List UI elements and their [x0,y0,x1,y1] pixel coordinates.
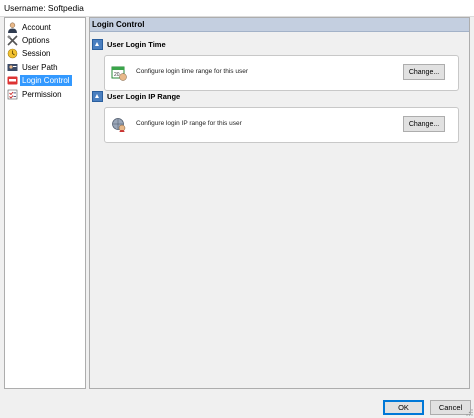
ok-button[interactable]: OK [383,400,424,415]
collapse-icon[interactable] [92,90,103,102]
collapse-icon[interactable] [92,38,103,50]
sidebar-item-user-path[interactable]: User Path [7,61,61,73]
login-time-box: 20 Configure login time range for this u… [104,55,459,91]
section-title-label: User Login IP Range [107,91,181,101]
dialog-footer: OK Cancel [0,398,474,417]
sidebar-item-permission[interactable]: Permission [7,88,65,100]
section-title-label: User Login Time [107,39,166,49]
sidebar-item-session[interactable]: Session [7,47,53,59]
change-login-time-button[interactable]: Change... [403,64,445,80]
user-path-icon [7,62,18,73]
login-control-icon [7,75,18,86]
resize-grip-icon[interactable] [465,408,473,416]
sidebar-item-label: Login Control [20,74,72,86]
sidebar-item-label: Options [22,35,50,45]
sidebar-item-label: User Path [22,62,58,72]
section-title-ip-range: User Login IP Range [92,90,180,102]
sidebar-item-options[interactable]: Options [7,34,53,46]
sidebar-item-account[interactable]: Account [7,21,54,33]
sidebar-item-label: Session [22,48,51,58]
change-ip-range-button[interactable]: Change... [403,116,445,132]
login-time-description: Configure login time range for this user [136,68,249,75]
ip-range-description: Configure login IP range for this user [136,120,242,127]
sidebar-item-label: Account [22,22,51,32]
section-title-login-time: User Login Time [92,38,166,50]
ip-range-box: Configure login IP range for this user C… [104,107,459,143]
ip-range-icon [111,117,127,133]
login-control-panel: Login Control User Login Time 20 Configu… [89,17,470,389]
session-icon [7,48,18,59]
sidebar-item-login-control[interactable]: Login Control [7,74,75,86]
user-account-icon [7,22,18,33]
panel-header: Login Control [90,18,469,32]
tools-icon [7,34,18,46]
svg-text:20: 20 [114,72,120,78]
sidebar: Account Options Session User Path Login … [4,17,86,389]
permission-icon [7,89,18,100]
sidebar-item-label: Permission [22,89,62,99]
window-title: Username: Softpedia [4,3,84,13]
calendar-icon: 20 [111,65,127,81]
title-bar: Username: Softpedia [0,0,474,17]
